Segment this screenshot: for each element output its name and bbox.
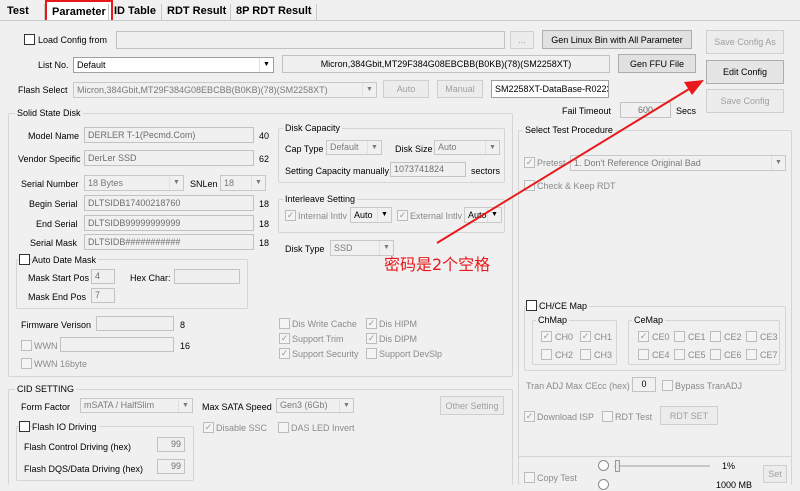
arrow-head [684, 80, 704, 95]
annotation-text: 密码是2个空格 [384, 255, 491, 274]
annotation-arrow [436, 80, 704, 244]
arrow-line [436, 85, 695, 244]
